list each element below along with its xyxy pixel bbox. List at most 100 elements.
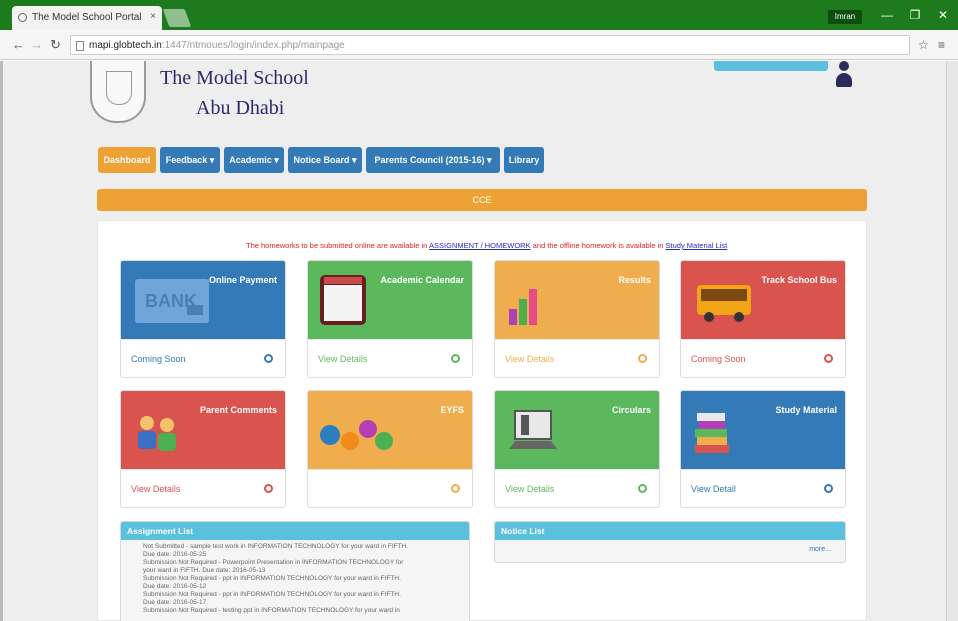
page-edge — [0, 61, 3, 621]
dashboard-panel: The homeworks to be submitted online are… — [97, 220, 867, 621]
card-link[interactable]: View Details — [505, 484, 554, 494]
page-icon — [76, 41, 84, 51]
card-title: Study Material — [775, 405, 837, 415]
school-crest-logo — [90, 61, 146, 123]
arrow-circle-icon[interactable] — [638, 354, 647, 363]
cce-bar[interactable]: CCE — [97, 189, 867, 211]
browser-titlebar: The Model School Portal × Imran — ❐ ✕ — [0, 0, 958, 30]
arrow-circle-icon[interactable] — [451, 354, 460, 363]
tab-close-icon[interactable]: × — [150, 11, 156, 22]
card-link[interactable]: View Detail — [691, 484, 736, 494]
card-title: Results — [618, 275, 651, 285]
svg-text:BANK: BANK — [145, 291, 197, 311]
school-name: The Model School — [160, 67, 309, 89]
list-item: Due date: 2016-05-17 — [143, 599, 207, 606]
menu-label: Academic ▾ — [229, 155, 279, 165]
menu-icon[interactable]: ≡ — [938, 38, 945, 52]
list-item[interactable]: Submission Not Required - Powerpoint Pre… — [143, 559, 453, 567]
list-item: your ward in FIFTH. Due date: 2016-05-13 — [143, 567, 266, 574]
card-link[interactable]: Coming Soon — [691, 354, 746, 364]
books-icon — [695, 413, 729, 453]
assignment-list: Assignment List Not Submitted - sample t… — [120, 521, 470, 621]
profile-chip[interactable]: Imran — [828, 10, 862, 24]
assignment-homework-link[interactable]: ASSIGNMENT / HOMEWORK — [429, 241, 531, 250]
menu-label: Feedback ▾ — [165, 155, 215, 165]
list-item[interactable]: Not Submitted - sample test work in INFO… — [143, 543, 453, 551]
list-item[interactable]: Submission Not Required - testing ppt in… — [143, 607, 453, 615]
new-tab-button[interactable] — [162, 9, 192, 27]
crest-shield — [106, 71, 132, 105]
url-path: :1447/ntmoues/login/index.php/mainpage — [161, 40, 345, 51]
tab-title: The Model School Portal — [32, 12, 142, 23]
card-title: Parent Comments — [199, 405, 277, 415]
list-item[interactable]: Submission Not Required - ppt in INFORMA… — [143, 591, 453, 599]
card-circulars[interactable]: Circulars View Details — [494, 390, 660, 508]
maximize-icon[interactable]: ❐ — [902, 8, 928, 22]
bus-icon — [697, 285, 751, 322]
arrow-circle-icon[interactable] — [824, 484, 833, 493]
arrow-circle-icon[interactable] — [264, 484, 273, 493]
card-header: Results — [495, 261, 659, 339]
arrow-circle-icon[interactable] — [638, 484, 647, 493]
card-results[interactable]: Results View Details — [494, 260, 660, 378]
card-title: Academic Calendar — [380, 275, 464, 285]
bookmark-star-icon[interactable]: ☆ — [918, 38, 929, 52]
card-link[interactable]: View Details — [131, 484, 180, 494]
card-online-payment[interactable]: BANK Online Payment Coming Soon — [120, 260, 286, 378]
menu-academic[interactable]: Academic ▾ — [224, 147, 284, 173]
calendar-icon — [320, 275, 366, 325]
card-track-school-bus[interactable]: Track School Bus Coming Soon — [680, 260, 846, 378]
card-title: Online Payment — [208, 275, 277, 285]
back-icon[interactable]: ← — [12, 37, 25, 52]
page-scrollbar[interactable] — [946, 61, 958, 621]
card-footer: View Details — [308, 339, 472, 377]
close-window-icon[interactable]: ✕ — [930, 8, 956, 22]
study-material-list-link[interactable]: Study Material List — [666, 241, 728, 250]
avatar-body — [836, 73, 852, 87]
card-footer — [308, 469, 472, 507]
card-footer: Coming Soon — [121, 339, 285, 377]
card-header: Academic Calendar — [308, 261, 472, 339]
arrow-circle-icon[interactable] — [824, 354, 833, 363]
bank-card-icon: BANK — [135, 279, 209, 323]
menu-notice-board[interactable]: Notice Board ▾ — [288, 147, 362, 173]
card-header: Circulars — [495, 391, 659, 469]
reload-icon[interactable]: ↻ — [50, 37, 61, 53]
card-academic-calendar[interactable]: Academic Calendar View Details — [307, 260, 473, 378]
laptop-icon — [509, 410, 557, 449]
user-info-box[interactable] — [714, 61, 828, 71]
user-avatar-icon[interactable] — [836, 61, 852, 89]
menu-feedback[interactable]: Feedback ▾ — [160, 147, 220, 173]
list-item[interactable]: Submission Not Required - ppt in INFORMA… — [143, 575, 453, 583]
arrow-circle-icon[interactable] — [451, 484, 460, 493]
minimize-icon[interactable]: — — [874, 8, 900, 22]
card-link[interactable]: Coming Soon — [131, 354, 186, 364]
url-host: mapi.globtech.in — [89, 40, 162, 51]
menu-label: Dashboard — [103, 155, 151, 165]
forward-icon[interactable]: → — [30, 37, 43, 52]
card-link[interactable]: View Details — [505, 354, 554, 364]
notice-list: Notice List more... — [494, 521, 846, 563]
menu-label: Library — [508, 155, 540, 165]
more-link[interactable]: more... — [809, 546, 831, 553]
homework-notice: The homeworks to be submitted online are… — [246, 241, 727, 250]
arrow-circle-icon[interactable] — [264, 354, 273, 363]
card-study-material[interactable]: Study Material View Detail — [680, 390, 846, 508]
menu-parents-council[interactable]: Parents Council (2015-16) ▾ — [366, 147, 500, 173]
notice-middle: and the offline homework is available in — [532, 241, 664, 250]
url-bar[interactable]: mapi.globtech.in:1447/ntmoues/login/inde… — [70, 35, 910, 55]
list-item: Due date: 2016-05-25 — [143, 551, 207, 558]
card-parent-comments[interactable]: Parent Comments View Details — [120, 390, 286, 508]
card-eyfs[interactable]: EYFS — [307, 390, 473, 508]
menu-library[interactable]: Library — [504, 147, 544, 173]
menu-label: Parents Council (2015-16) ▾ — [374, 155, 492, 165]
card-title: Track School Bus — [761, 275, 837, 285]
browser-tab[interactable]: The Model School Portal × — [12, 6, 162, 30]
card-header: Track School Bus — [681, 261, 845, 339]
menu-dashboard[interactable]: Dashboard — [98, 147, 156, 173]
avatar-head — [839, 61, 849, 71]
card-link[interactable]: View Details — [318, 354, 367, 364]
card-title: Circulars — [611, 405, 651, 415]
card-footer: View Details — [495, 339, 659, 377]
bar-chart-icon — [509, 289, 537, 325]
